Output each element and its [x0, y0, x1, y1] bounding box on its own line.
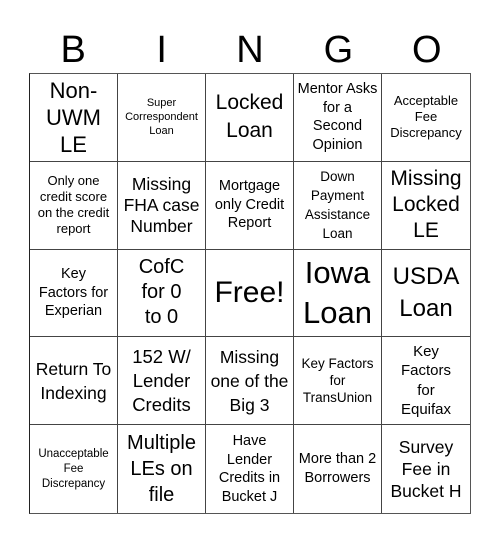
- bingo-cell[interactable]: Return To Indexing: [30, 337, 118, 426]
- bingo-cell[interactable]: Key Factors for TransUnion: [294, 337, 382, 426]
- bingo-cell[interactable]: Missing Locked LE: [382, 162, 470, 250]
- cell-text: Iowa Loan: [303, 254, 372, 330]
- cell-text: Have Lender Credits in Bucket J: [218, 433, 281, 505]
- bingo-cell[interactable]: Locked Loan: [206, 74, 294, 162]
- cell-text: Key Factors for Equifax: [400, 342, 452, 419]
- bingo-cell[interactable]: Key Factors for Experian: [30, 249, 118, 338]
- cell-text: Non- UWM LE: [46, 77, 101, 157]
- bingo-cell[interactable]: Missing one of the Big 3: [206, 337, 294, 426]
- cell-text: Key Factors for TransUnion: [301, 356, 374, 406]
- cell-text: More than 2 Borrowers: [298, 451, 377, 487]
- cell-text: Mortgage only Credit Report: [214, 178, 285, 232]
- bingo-cell[interactable]: Only one credit score on the credit repo…: [30, 161, 118, 250]
- cell-text: Key Factors for Experian: [38, 266, 109, 320]
- bingo-cell[interactable]: 152 W/ Lender Credits: [118, 337, 206, 426]
- free-space[interactable]: Free!: [206, 249, 294, 338]
- cell-text: Missing Locked LE: [390, 167, 462, 243]
- bingo-cell[interactable]: Multiple LEs on file: [118, 425, 206, 513]
- cell-text: Missing one of the Big 3: [210, 346, 289, 415]
- bingo-cell[interactable]: Super Correspondent Loan: [118, 74, 206, 162]
- bingo-header: B I N G O: [29, 28, 471, 73]
- bingo-cell[interactable]: Unacceptable Fee Discrepancy: [30, 425, 118, 513]
- header-letter-n: N: [236, 29, 264, 71]
- bingo-cell[interactable]: Have Lender Credits in Bucket J: [206, 425, 294, 513]
- header-letter-i: I: [156, 29, 167, 71]
- cell-text: Unacceptable Fee Discrepancy: [38, 447, 109, 490]
- cell-text: Only one credit score on the credit repo…: [37, 173, 110, 237]
- bingo-cell[interactable]: Down Payment Assistance Loan: [294, 161, 382, 250]
- bingo-cell[interactable]: USDA Loan: [382, 250, 470, 338]
- cell-text: Down Payment Assistance Loan: [304, 169, 371, 242]
- cell-text: Acceptable Fee Discrepancy: [390, 93, 462, 141]
- cell-text: CofC for 0 to 0: [138, 256, 185, 329]
- bingo-cell[interactable]: Iowa Loan: [294, 249, 382, 338]
- bingo-cell[interactable]: Acceptable Fee Discrepancy: [382, 74, 470, 162]
- cell-text: Missing FHA case Number: [123, 173, 200, 236]
- cell-text: Free!: [214, 275, 285, 309]
- cell-text: Mentor Asks for a Second Opinion: [297, 81, 378, 153]
- header-letter-g: G: [323, 29, 354, 71]
- cell-text: Super Correspondent Loan: [125, 97, 198, 138]
- cell-text: Return To Indexing: [35, 358, 112, 403]
- bingo-cell[interactable]: Survey Fee in Bucket H: [382, 425, 470, 513]
- bingo-cell[interactable]: Missing FHA case Number: [118, 161, 206, 250]
- bingo-cell[interactable]: CofC for 0 to 0: [118, 249, 206, 338]
- cell-text: 152 W/ Lender Credits: [132, 345, 191, 415]
- bingo-cell[interactable]: Mortgage only Credit Report: [206, 161, 294, 250]
- cell-text: Multiple LEs on file: [127, 432, 196, 507]
- bingo-cell[interactable]: Non- UWM LE: [30, 74, 118, 162]
- header-letter-o: O: [412, 29, 442, 71]
- header-letter-b: B: [60, 29, 86, 71]
- bingo-cell[interactable]: Key Factors for Equifax: [382, 337, 470, 426]
- cell-text: Locked Loan: [215, 91, 284, 143]
- cell-text: Survey Fee in Bucket H: [390, 437, 462, 502]
- bingo-cell[interactable]: More than 2 Borrowers: [294, 425, 382, 513]
- bingo-cell[interactable]: Mentor Asks for a Second Opinion: [294, 74, 382, 162]
- cell-text: USDA Loan: [392, 262, 460, 322]
- bingo-grid: Non- UWM LE Super Correspondent Loan Loc…: [29, 73, 471, 514]
